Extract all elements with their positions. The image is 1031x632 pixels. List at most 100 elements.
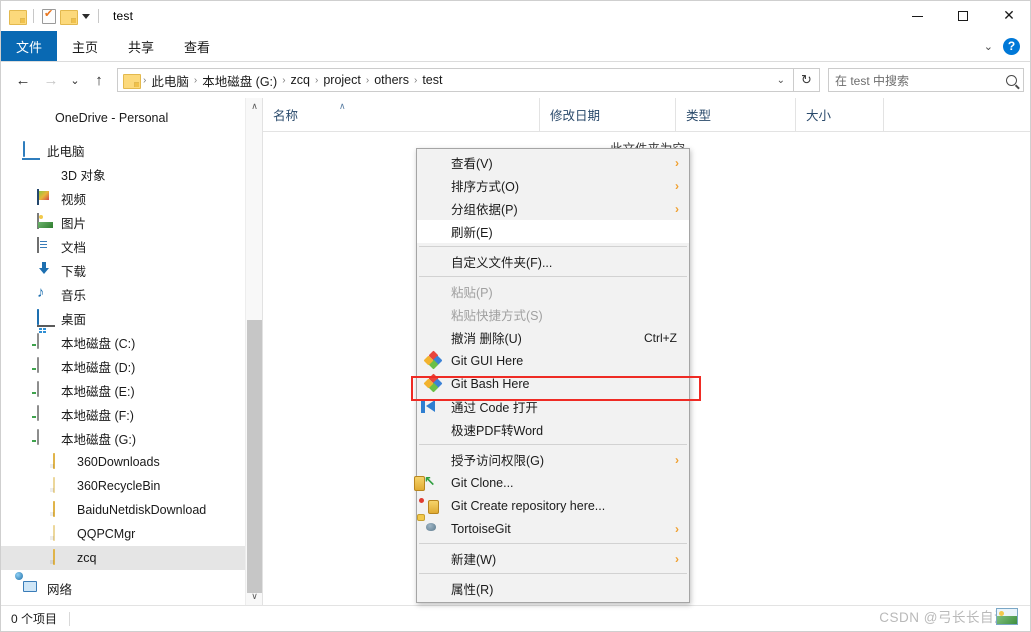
search-box[interactable]: 在 test 中搜索 [828, 68, 1024, 92]
search-icon[interactable] [1006, 74, 1017, 86]
no-icon [425, 452, 445, 468]
column-header-size[interactable]: 大小 [796, 98, 884, 131]
column-header-date-modified[interactable]: 修改日期 [540, 98, 676, 131]
chevron-down-icon[interactable]: ⌄ [984, 40, 993, 53]
column-header-name[interactable]: 名称 ∧ [263, 98, 540, 131]
menu-item-view[interactable]: 查看(V) › [417, 151, 689, 174]
navigation-pane: OneDrive - Personal 此电脑 3D 对象 视频 图片 文档 下… [1, 98, 263, 605]
sidebar-item-zcq[interactable]: zcq [1, 546, 262, 570]
maximize-button[interactable] [940, 1, 986, 31]
menu-item-label: Git Clone... [451, 475, 514, 490]
scrollbar-thumb[interactable] [247, 320, 262, 593]
tab-home[interactable]: 主页 [57, 31, 113, 61]
menu-item-git-bash-here[interactable]: Git Bash Here [417, 372, 689, 395]
divider [98, 9, 99, 23]
breadcrumb-zcq[interactable]: zcq [287, 73, 314, 87]
sidebar-item-onedrive[interactable]: OneDrive - Personal [1, 106, 262, 130]
sidebar-item-documents[interactable]: 文档 [1, 234, 262, 258]
watermark-image-icon [996, 607, 1018, 625]
breadcrumb-test[interactable]: test [418, 73, 446, 87]
sidebar-item-label: 3D 对象 [61, 168, 106, 183]
customize-quick-access-caret-icon[interactable] [82, 13, 90, 19]
close-button[interactable]: ✕ [986, 1, 1030, 31]
sidebar-item-drive-f[interactable]: 本地磁盘 (F:) [1, 402, 262, 426]
scroll-down-icon[interactable]: ∨ [246, 588, 262, 605]
menu-item-new[interactable]: 新建(W) › [417, 547, 689, 570]
breadcrumb-project[interactable]: project [319, 73, 365, 87]
sidebar-item-drive-d[interactable]: 本地磁盘 (D:) [1, 354, 262, 378]
sidebar-item-downloads[interactable]: 下载 [1, 258, 262, 282]
menu-item-sort-by[interactable]: 排序方式(O) › [417, 174, 689, 197]
menu-item-grant-access[interactable]: 授予访问权限(G) › [417, 448, 689, 471]
no-icon [425, 224, 445, 240]
menu-item-undo-delete[interactable]: 撤消 删除(U) Ctrl+Z [417, 326, 689, 349]
scroll-up-icon[interactable]: ∧ [246, 98, 262, 115]
address-bar[interactable]: › 此电脑 › 本地磁盘 (G:) › zcq › project › othe… [117, 68, 794, 92]
menu-item-group-by[interactable]: 分组依据(P) › [417, 197, 689, 220]
sidebar-item-desktop[interactable]: 桌面 [1, 306, 262, 330]
sidebar-item-label: 视频 [61, 192, 87, 207]
git-create-icon [425, 498, 445, 514]
menu-item-tortoisegit[interactable]: TortoiseGit › [417, 517, 689, 540]
sidebar-item-this-pc[interactable]: 此电脑 [1, 138, 262, 162]
back-button[interactable]: ← [9, 67, 37, 93]
documents-icon [37, 237, 55, 254]
sidebar-item-network[interactable]: 网络 [1, 576, 262, 600]
sidebar-item-drive-c[interactable]: 本地磁盘 (C:) [1, 330, 262, 354]
menu-item-git-clone[interactable]: Git Clone... [417, 471, 689, 494]
new-folder-icon[interactable] [60, 9, 78, 25]
help-icon[interactable]: ? [1003, 37, 1020, 55]
divider [69, 611, 71, 626]
ribbon-right-controls: ⌄ ? [984, 31, 1030, 61]
menu-item-git-create-repository[interactable]: Git Create repository here... [417, 494, 689, 517]
tab-view[interactable]: 查看 [169, 31, 225, 61]
sidebar-item-pictures[interactable]: 图片 [1, 210, 262, 234]
tab-file[interactable]: 文件 [1, 31, 58, 61]
navigation-scrollbar[interactable]: ∧ ∨ [245, 98, 262, 605]
sidebar-item-baidunetdiskdownload[interactable]: BaiduNetdiskDownload [1, 498, 262, 522]
onedrive-icon [31, 110, 49, 126]
item-count-label: 0 个项目 [11, 612, 58, 626]
sidebar-item-videos[interactable]: 视频 [1, 186, 262, 210]
menu-item-open-with-code[interactable]: 通过 Code 打开 [417, 395, 689, 418]
forward-button[interactable]: → [37, 67, 65, 93]
sidebar-item-drive-g[interactable]: 本地磁盘 (G:) [1, 426, 262, 450]
title-bar: test ✕ [1, 1, 1030, 31]
sidebar-item-label: 本地磁盘 (F:) [61, 408, 134, 423]
menu-separator [419, 444, 687, 445]
sidebar-item-qqpcmgr[interactable]: QQPCMgr [1, 522, 262, 546]
refresh-button[interactable]: ↻ [794, 68, 820, 92]
menu-item-git-gui-here[interactable]: Git GUI Here [417, 349, 689, 372]
sidebar-item-360downloads[interactable]: 360Downloads [1, 450, 262, 474]
sidebar-item-360recyclebin[interactable]: 360RecycleBin [1, 474, 262, 498]
menu-item-pdf-to-word[interactable]: 极速PDF转Word [417, 418, 689, 441]
minimize-button[interactable] [894, 1, 940, 31]
menu-item-label: 刷新(E) [451, 226, 493, 240]
context-menu[interactable]: 查看(V) › 排序方式(O) › 分组依据(P) › 刷新(E) 自定义文件夹… [416, 148, 690, 603]
sidebar-item-label: 本地磁盘 (C:) [61, 336, 136, 351]
sidebar-item-label: 下载 [61, 264, 87, 279]
sidebar-item-3d-objects[interactable]: 3D 对象 [1, 162, 262, 186]
column-label: 名称 [273, 109, 299, 123]
address-dropdown-icon[interactable]: ⌄ [771, 75, 791, 86]
git-clone-icon [425, 475, 445, 491]
sidebar-item-label: 本地磁盘 (D:) [61, 360, 136, 375]
breadcrumb-this-pc[interactable]: 此电脑 [147, 71, 193, 90]
up-button[interactable]: ↑ [85, 67, 113, 93]
menu-item-refresh[interactable]: 刷新(E) [417, 220, 689, 243]
minimize-icon [911, 15, 923, 17]
menu-item-properties[interactable]: 属性(R) [417, 577, 689, 600]
menu-item-paste-shortcut: 粘贴快捷方式(S) [417, 303, 689, 326]
properties-icon[interactable] [42, 7, 56, 24]
recent-locations-button[interactable]: ⌄ [65, 67, 85, 93]
folder-icon [53, 501, 71, 518]
sidebar-item-music[interactable]: ♪ 音乐 [1, 282, 262, 306]
menu-item-paste: 粘贴(P) [417, 280, 689, 303]
column-header-type[interactable]: 类型 [676, 98, 796, 131]
sidebar-item-drive-e[interactable]: 本地磁盘 (E:) [1, 378, 262, 402]
breadcrumb-drive-g[interactable]: 本地磁盘 (G:) [198, 71, 281, 90]
chevron-right-icon: › [675, 452, 679, 467]
tab-share[interactable]: 共享 [113, 31, 169, 61]
menu-item-customize-folder[interactable]: 自定义文件夹(F)... [417, 250, 689, 273]
breadcrumb-others[interactable]: others [370, 73, 413, 87]
